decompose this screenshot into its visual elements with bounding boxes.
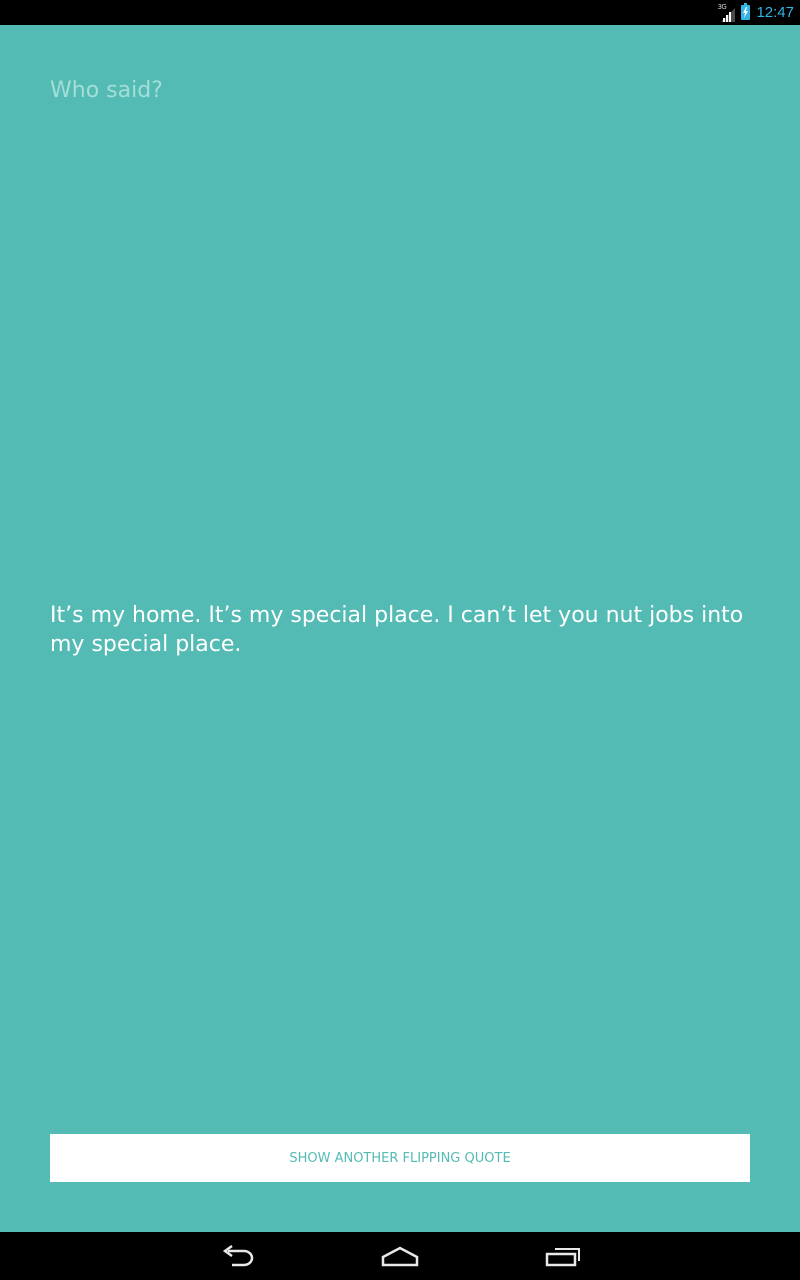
app-screen: 3G 12:47 Who said? It’s my home. It’s my… [0, 0, 800, 1280]
status-bar: 3G 12:47 [0, 0, 800, 25]
home-icon [381, 1246, 419, 1267]
status-clock: 12:47 [756, 4, 794, 21]
recent-apps-button[interactable] [533, 1240, 593, 1272]
page-title: Who said? [50, 78, 163, 103]
status-icons: 3G 12:47 [717, 0, 794, 25]
home-button[interactable] [370, 1240, 430, 1272]
quote-text: It’s my home. It’s my special place. I c… [50, 603, 744, 657]
show-another-quote-button[interactable]: SHOW ANOTHER FLIPPING QUOTE [50, 1134, 750, 1182]
recent-apps-icon [545, 1248, 580, 1267]
show-another-quote-label: SHOW ANOTHER FLIPPING QUOTE [289, 1150, 511, 1166]
battery-charging-icon [741, 3, 751, 20]
signal-icon: 3G [717, 3, 736, 22]
back-button[interactable] [208, 1240, 268, 1272]
navigation-bar [0, 1232, 800, 1280]
back-icon [222, 1245, 254, 1267]
